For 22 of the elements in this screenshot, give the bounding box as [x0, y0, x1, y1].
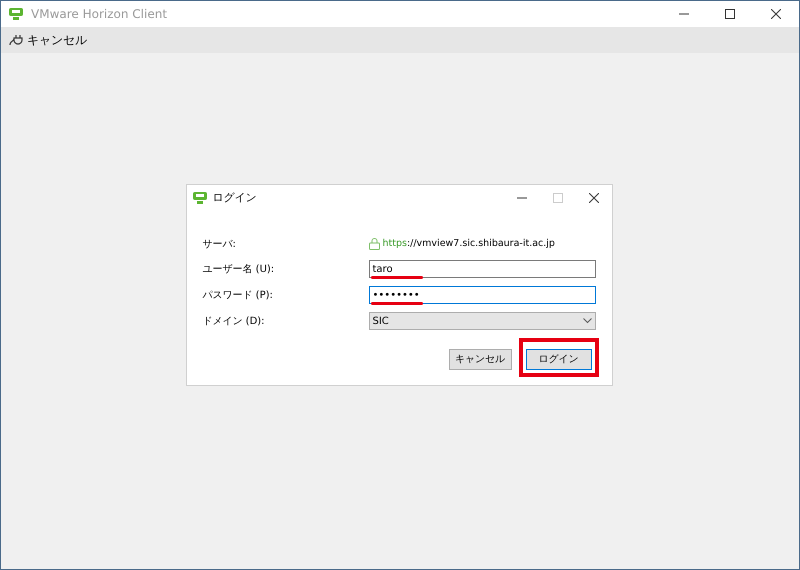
- plug-icon: [9, 33, 23, 47]
- maximize-icon: [725, 9, 735, 19]
- field-label: ユーザー名 (U):: [202, 262, 276, 276]
- lock-icon: [368, 238, 380, 250]
- close-icon: [771, 9, 781, 19]
- dialog-button[interactable]: ログイン: [526, 349, 592, 370]
- server-url: https://vmview7.sic.shibaura-it.ac.jp: [382, 236, 555, 251]
- input-field[interactable]: taro: [368, 260, 596, 278]
- dialog-title: ログイン: [212, 190, 256, 206]
- field-label: パスワード (P):: [202, 288, 274, 302]
- maximize-icon: [552, 193, 562, 203]
- dialog-button[interactable]: キャンセル: [448, 349, 512, 370]
- window-title: VMware Horizon Client: [31, 6, 168, 23]
- input-field[interactable]: ••••••••: [368, 286, 596, 304]
- logo-icon: [9, 8, 23, 20]
- logo-icon: [192, 192, 206, 204]
- chevron-down-icon: [582, 318, 592, 324]
- field-label: ドメイン (D):: [202, 314, 266, 328]
- domain-dropdown[interactable]: SIC: [368, 312, 596, 330]
- cancel-toolbar-button[interactable]: キャンセル: [9, 31, 87, 49]
- close-icon: [588, 193, 598, 203]
- server-label: サーバ:: [202, 238, 237, 252]
